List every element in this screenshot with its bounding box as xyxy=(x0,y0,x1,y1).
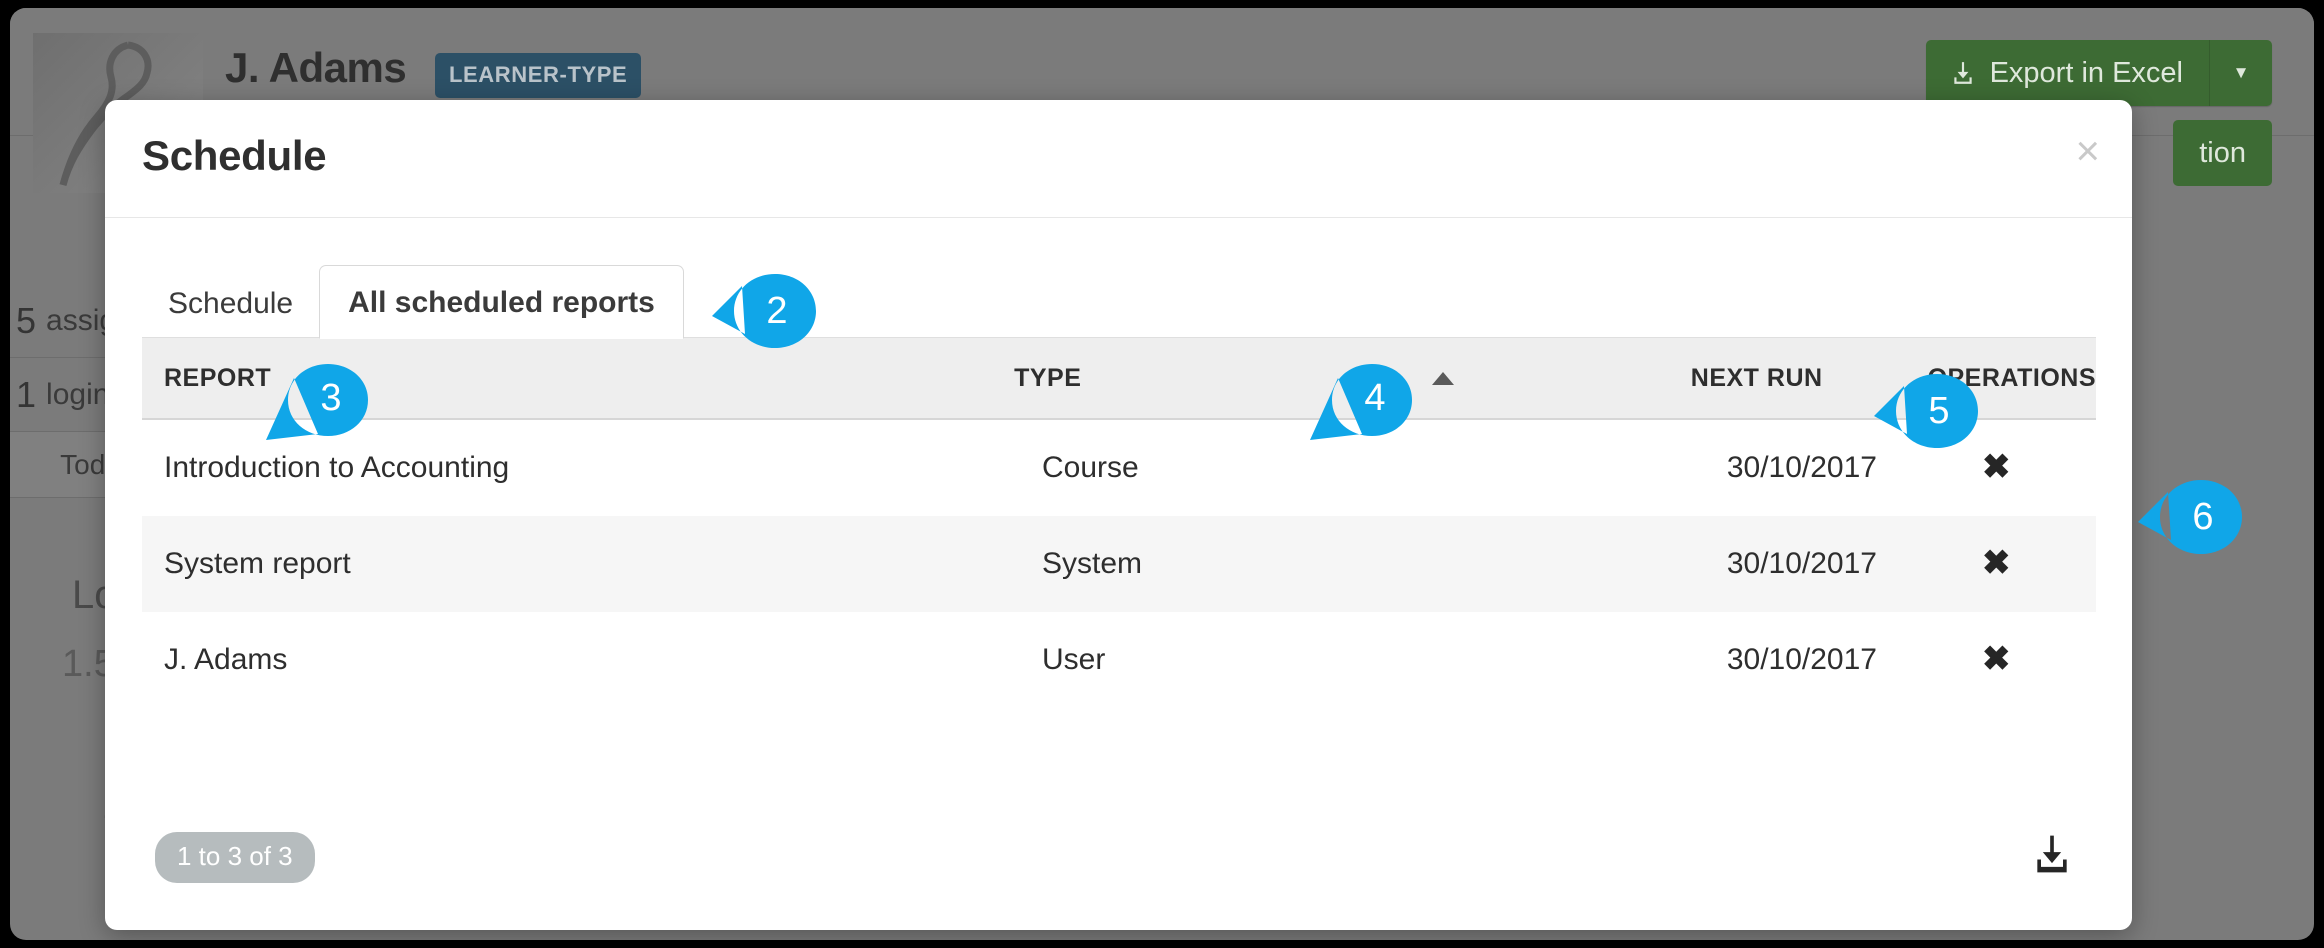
callout-2: 2 xyxy=(712,272,816,350)
modal-title: Schedule xyxy=(142,132,326,180)
cell-operations: ✖ xyxy=(1877,450,2096,486)
stat-logins-number: 1 xyxy=(16,374,36,416)
column-header-type[interactable]: TYPE xyxy=(1014,364,1353,393)
tab-schedule[interactable]: Schedule xyxy=(142,269,319,338)
cell-operations: ✖ xyxy=(1877,642,2096,678)
close-x-icon[interactable]: ✖ xyxy=(1982,450,2011,484)
callout-3: 3 xyxy=(266,362,370,440)
scheduled-reports-table: REPORT TYPE NEXT RUN OPERATIONS Introduc… xyxy=(142,338,2096,708)
cell-next-run: 30/10/2017 xyxy=(1577,643,1877,677)
cell-next-run: 30/10/2017 xyxy=(1577,547,1877,581)
cell-type: System xyxy=(1042,547,1392,581)
column-header-next-run[interactable]: NEXT RUN xyxy=(1532,364,1822,393)
schedule-modal: Schedule × Schedule All scheduled report… xyxy=(105,100,2132,930)
download-icon[interactable] xyxy=(2030,832,2074,876)
modal-header: Schedule × xyxy=(105,100,2132,218)
screenshot-root: J. Adams LEARNER-TYPE Export in Excel ▼ … xyxy=(0,0,2324,948)
cell-report: System report xyxy=(142,547,1042,581)
callout-4: 4 xyxy=(1310,362,1414,440)
export-in-excel-button[interactable]: Export in Excel ▼ xyxy=(1926,40,2272,106)
callout-5: 5 xyxy=(1874,372,1978,450)
cell-type: User xyxy=(1042,643,1392,677)
close-x-icon[interactable]: ✖ xyxy=(1982,642,2011,676)
close-x-icon[interactable]: ✖ xyxy=(1982,546,2011,580)
download-icon xyxy=(1950,60,1976,86)
cell-next-run: 30/10/2017 xyxy=(1577,451,1877,485)
export-button-main[interactable]: Export in Excel xyxy=(1926,40,2210,106)
cell-report: J. Adams xyxy=(142,643,1042,677)
callout-6: 6 xyxy=(2138,478,2242,556)
secondary-action-button[interactable]: tion xyxy=(2173,120,2272,186)
status-badge: LEARNER-TYPE xyxy=(435,53,641,98)
cell-report: Introduction to Accounting xyxy=(142,451,1042,485)
page-title: J. Adams xyxy=(225,44,406,92)
chevron-down-icon[interactable]: ▼ xyxy=(2210,40,2272,106)
export-button-label: Export in Excel xyxy=(1990,57,2183,90)
pagination-info: 1 to 3 of 3 xyxy=(155,832,315,883)
table-footer: 1 to 3 of 3 xyxy=(142,820,2096,920)
table-row[interactable]: J. Adams User 30/10/2017 ✖ xyxy=(142,612,2096,708)
tab-all-scheduled-reports[interactable]: All scheduled reports xyxy=(319,265,684,339)
stat-logins-label: login xyxy=(46,378,109,412)
table-row[interactable]: System report System 30/10/2017 ✖ xyxy=(142,516,2096,612)
cell-type: Course xyxy=(1042,451,1392,485)
cell-operations: ✖ xyxy=(1877,546,2096,582)
table-header-row: REPORT TYPE NEXT RUN OPERATIONS xyxy=(142,338,2096,420)
stat-assignments-number: 5 xyxy=(16,300,36,342)
modal-tabs: Schedule All scheduled reports xyxy=(142,262,684,338)
close-icon[interactable]: × xyxy=(2075,130,2100,172)
table-row[interactable]: Introduction to Accounting Course 30/10/… xyxy=(142,420,2096,516)
